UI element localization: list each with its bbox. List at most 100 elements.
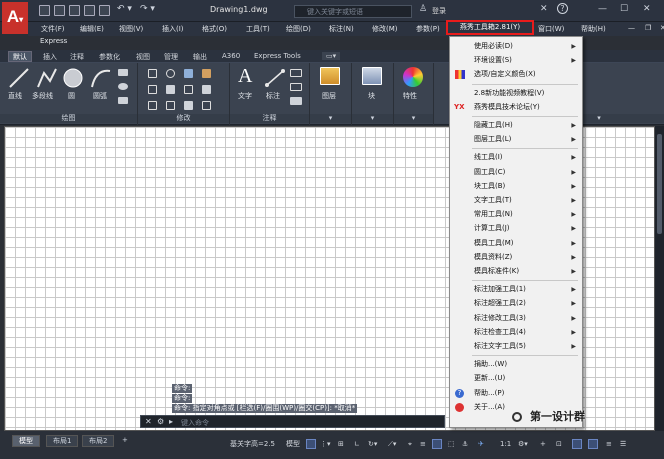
block-icon[interactable] xyxy=(362,67,382,85)
explode-icon[interactable] xyxy=(202,85,211,94)
menu-item[interactable]: 模具工具(M) ▶ xyxy=(450,237,582,250)
menu-item[interactable]: 常用工具(N) ▶ xyxy=(450,208,582,221)
stretch-icon[interactable] xyxy=(148,101,157,110)
arc-icon[interactable] xyxy=(90,67,112,89)
tab-annotate[interactable]: 注释 xyxy=(70,52,84,62)
menu-item[interactable]: YX 燕秀模具技术论坛(Y) xyxy=(450,101,582,114)
move-icon[interactable] xyxy=(148,69,157,78)
menu-item[interactable]: 文字工具(T) ▶ xyxy=(450,194,582,207)
panel-layers-title[interactable]: ▾ xyxy=(310,114,351,123)
menu-item[interactable]: 圆工具(C) ▶ xyxy=(450,166,582,179)
circle-label[interactable]: 圆 xyxy=(68,91,75,101)
menu-item[interactable]: 标注修改工具(3) ▶ xyxy=(450,312,582,325)
menu-parametric[interactable]: 参数(P) xyxy=(416,24,440,34)
menu-insert[interactable]: 插入(I) xyxy=(162,24,184,34)
dimension-icon[interactable] xyxy=(264,67,286,89)
linear-dim-icon[interactable] xyxy=(290,69,302,77)
menu-window[interactable]: 窗口(W) xyxy=(538,24,564,34)
menu-item[interactable]: 2.8新功能视频教程(V) xyxy=(450,87,582,100)
menu-edit[interactable]: 编辑(E) xyxy=(80,24,104,34)
search-input[interactable]: 键入关键字或短语 xyxy=(294,5,412,18)
annotation-scale-value[interactable]: 1:1 xyxy=(500,437,511,451)
minimize-icon[interactable]: — xyxy=(598,4,607,14)
table-icon[interactable] xyxy=(290,97,302,105)
osnap-icon[interactable]: ⌖ xyxy=(408,437,412,451)
close-icon[interactable]: ✕ xyxy=(643,4,651,14)
mirror-icon[interactable] xyxy=(166,85,175,94)
menu-tools[interactable]: 工具(T) xyxy=(246,24,270,34)
block-label[interactable]: 块 xyxy=(368,91,375,101)
menu-item[interactable]: 模具资料(Z) ▶ xyxy=(450,251,582,264)
rotate-icon[interactable] xyxy=(166,69,175,78)
isodraft-icon[interactable]: ⟋▾ xyxy=(388,437,396,451)
isolate-objects-icon[interactable] xyxy=(572,439,582,449)
tab-manage[interactable]: 管理 xyxy=(164,52,178,62)
menu-item[interactable]: 选项/自定义颜色(X) xyxy=(450,68,582,81)
menu-item[interactable]: 计算工具(J) ▶ xyxy=(450,222,582,235)
circle-icon[interactable] xyxy=(62,67,84,89)
undo-icon[interactable]: ↶ ▾ xyxy=(117,4,132,14)
annotation-monitor-icon[interactable]: + xyxy=(540,437,546,451)
menu-draw[interactable]: 绘图(D) xyxy=(286,24,311,34)
menu-yanxiu-toolbox[interactable]: 燕秀工具箱2.81(Y) xyxy=(446,20,534,35)
save-icon[interactable] xyxy=(69,5,80,16)
panel-modify-title[interactable]: 修改 xyxy=(138,114,229,123)
snap-icon[interactable]: ⋮▾ xyxy=(320,437,331,451)
mdi-close-icon[interactable]: ✕ xyxy=(660,24,664,32)
new-icon[interactable] xyxy=(39,5,50,16)
menu-item[interactable]: 线工具(I) ▶ xyxy=(450,151,582,164)
layers-label[interactable]: 图层 xyxy=(322,91,336,101)
tab-output[interactable]: 输出 xyxy=(193,52,207,62)
menu-item[interactable]: 标注文字工具(5) ▶ xyxy=(450,340,582,353)
wrench-icon[interactable]: ⚙ xyxy=(157,417,164,426)
mdi-minimize-icon[interactable]: — xyxy=(628,24,635,32)
polyline-icon[interactable] xyxy=(36,67,58,89)
copy-icon[interactable] xyxy=(148,85,157,94)
command-input[interactable]: 键入命令 xyxy=(181,418,209,428)
infer-icon[interactable]: ⊞ xyxy=(338,437,344,451)
text-icon[interactable]: A xyxy=(238,65,252,88)
menu-item[interactable]: 标注检查工具(4) ▶ xyxy=(450,326,582,339)
units-icon[interactable]: ⊡ xyxy=(556,437,562,451)
grid-icon[interactable] xyxy=(306,439,316,449)
menu-format[interactable]: 格式(O) xyxy=(202,24,227,34)
annotation-scale-icon[interactable]: ✈ xyxy=(478,437,484,451)
menu-item[interactable]: 隐藏工具(H) ▶ xyxy=(450,119,582,132)
tab-layout2[interactable]: 布局2 xyxy=(82,435,115,447)
trim-icon[interactable] xyxy=(184,69,193,78)
tab-view[interactable]: 视图 xyxy=(136,52,150,62)
menu-express[interactable]: Express xyxy=(40,37,67,45)
menu-file[interactable]: 文件(F) xyxy=(41,24,65,34)
ribbon-options-icon[interactable]: ▭▾ xyxy=(322,52,341,60)
selection-cycling-icon[interactable] xyxy=(432,439,442,449)
redo-icon[interactable]: ↷ ▾ xyxy=(140,4,155,14)
help-icon[interactable]: ? xyxy=(557,3,568,14)
tab-a360[interactable]: A360 xyxy=(222,52,240,60)
text-label[interactable]: 文字 xyxy=(238,91,252,101)
tab-layout1[interactable]: 布局1 xyxy=(46,435,79,447)
tab-insert[interactable]: 插入 xyxy=(43,52,57,62)
panel-annotation-title[interactable]: 注释 xyxy=(230,114,309,123)
exchange-icon[interactable]: ✕ xyxy=(540,4,548,14)
panel-properties-title[interactable]: ▾ xyxy=(394,114,433,123)
scale-icon[interactable] xyxy=(166,101,175,110)
lineweight-icon[interactable]: ≡ xyxy=(420,437,426,451)
line-icon[interactable] xyxy=(8,67,30,89)
tab-parametric[interactable]: 参数化 xyxy=(99,52,120,62)
menu-item[interactable]: 环境设置(S) ▶ xyxy=(450,54,582,67)
menu-item[interactable]: 块工具(B) ▶ xyxy=(450,180,582,193)
print-icon[interactable] xyxy=(99,5,110,16)
array-icon[interactable] xyxy=(184,101,193,110)
menu-dimension[interactable]: 标注(N) xyxy=(329,24,354,34)
maximize-icon[interactable]: ☐ xyxy=(620,4,628,14)
menu-item[interactable]: 标注超强工具(2) ▶ xyxy=(450,297,582,310)
tab-default[interactable]: 默认 xyxy=(8,51,32,62)
scrollbar-thumb[interactable] xyxy=(657,134,662,234)
panel-block-title[interactable]: ▾ xyxy=(352,114,393,123)
erase-icon[interactable] xyxy=(202,69,211,78)
hatch-icon[interactable] xyxy=(118,97,128,104)
clean-screen-icon[interactable]: ≡ xyxy=(606,437,612,451)
panel-draw-title[interactable]: 绘图 xyxy=(0,114,137,123)
menu-item[interactable]: 模具标准件(K) ▶ xyxy=(450,265,582,278)
mdi-restore-icon[interactable]: ❐ xyxy=(645,24,651,32)
